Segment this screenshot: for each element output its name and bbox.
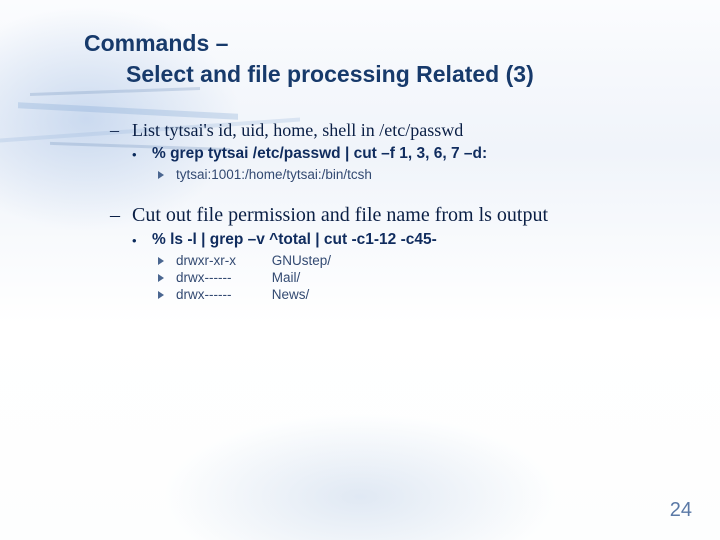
perm-col: drwx------ [176,270,268,285]
output-line: drwx------ News/ [110,287,686,302]
name-col: GNUstep/ [272,253,331,268]
item-heading: Cut out file permission and file name fr… [132,204,548,226]
bg-stripe [18,102,238,120]
slide-body: List tytsai's id, uid, home, shell in /e… [110,120,686,304]
name-col: Mail/ [272,270,301,285]
item-heading: List tytsai's id, uid, home, shell in /e… [132,120,463,140]
command-line: % ls -l | grep –v ^total | cut -c1-12 -c… [110,231,686,249]
page-number: 24 [670,499,692,522]
output-line: tytsai:1001:/home/tytsai:/bin/tcsh [110,167,686,182]
title-line2: Select and file processing Related (3) [84,59,690,90]
name-col: News/ [272,287,310,302]
slide-title: Commands – Select and file processing Re… [84,28,690,90]
command-text: % ls -l | grep –v ^total | cut -c1-12 -c… [152,231,437,248]
output-line: drwxr-xr-x GNUstep/ [110,253,686,268]
output-text: tytsai:1001:/home/tytsai:/bin/tcsh [176,167,372,182]
list-item: List tytsai's id, uid, home, shell in /e… [110,120,686,141]
perm-col: drwxr-xr-x [176,253,268,268]
list-item: Cut out file permission and file name fr… [110,204,686,227]
perm-col: drwx------ [176,287,268,302]
title-line1: Commands – [84,30,228,56]
command-text: % grep tytsai /etc/passwd | cut –f 1, 3,… [152,145,487,162]
output-line: drwx------ Mail/ [110,270,686,285]
command-line: % grep tytsai /etc/passwd | cut –f 1, 3,… [110,145,686,163]
